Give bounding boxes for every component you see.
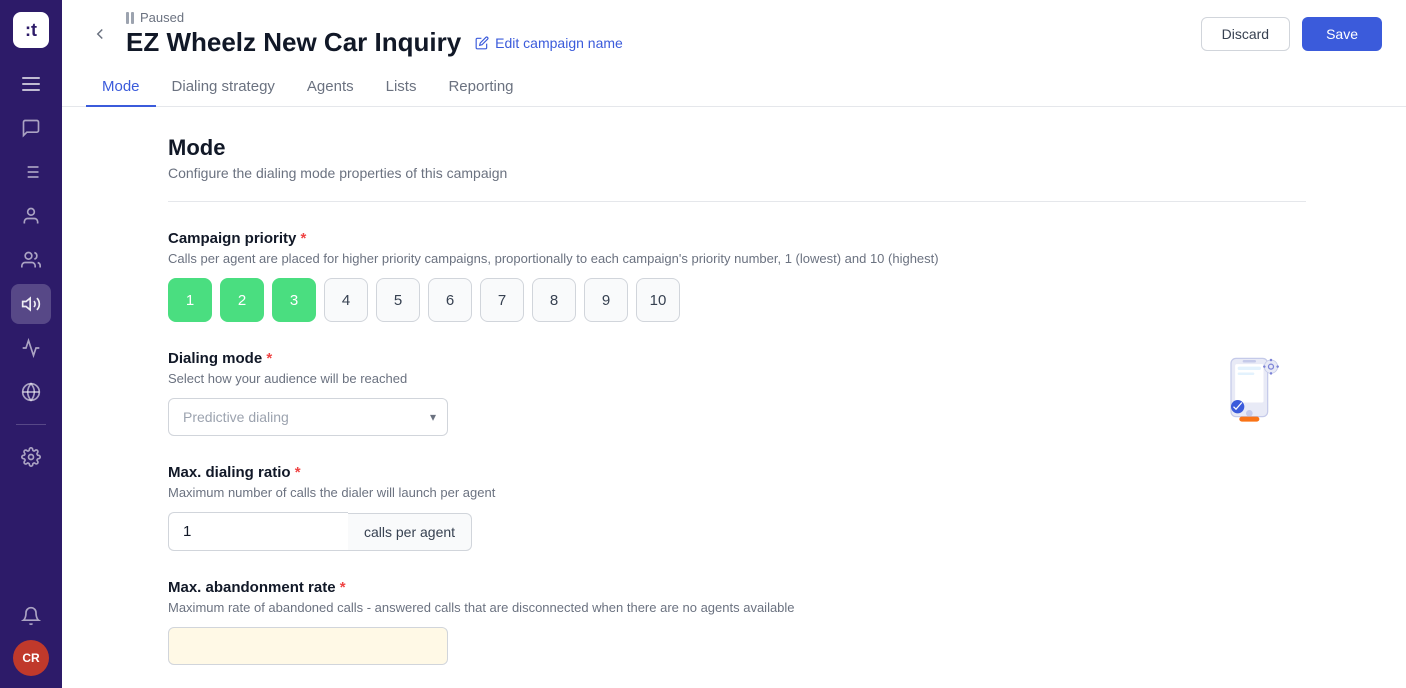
max-dialing-ratio-description: Maximum number of calls the dialer will … — [168, 485, 1306, 500]
contacts-icon[interactable] — [11, 196, 51, 236]
priority-btn-2[interactable]: 2 — [220, 278, 264, 322]
lists-icon[interactable] — [11, 152, 51, 192]
sidebar-bottom: CR — [11, 596, 51, 676]
back-button[interactable] — [86, 20, 114, 48]
pause-icon — [126, 12, 134, 24]
dialing-mode-select[interactable]: Predictive dialing Preview dialing Power… — [168, 398, 448, 436]
discard-button[interactable]: Discard — [1201, 17, 1290, 51]
header: Paused EZ Wheelz New Car Inquiry Edit ca… — [62, 0, 1406, 107]
dialing-mode-label: Dialing mode * — [168, 350, 1166, 367]
mode-subtitle: Configure the dialing mode properties of… — [168, 165, 1306, 181]
hamburger-icon[interactable] — [11, 64, 51, 104]
ratio-unit-label: calls per agent — [348, 513, 472, 551]
globe-icon[interactable] — [11, 372, 51, 412]
max-abandonment-rate-input[interactable] — [168, 627, 448, 665]
dialing-ratio-row: 1 calls per agent — [168, 512, 1306, 551]
sidebar: :t — [0, 0, 62, 688]
header-left: Paused EZ Wheelz New Car Inquiry Edit ca… — [86, 10, 623, 58]
priority-btn-7[interactable]: 7 — [480, 278, 524, 322]
max-dialing-ratio-section: Max. dialing ratio * Maximum number of c… — [168, 464, 1306, 551]
tab-mode[interactable]: Mode — [86, 68, 156, 107]
sidebar-divider — [16, 424, 46, 425]
campaign-priority-label: Campaign priority * — [168, 230, 1306, 247]
campaigns-icon[interactable] — [11, 284, 51, 324]
dialing-mode-description: Select how your audience will be reached — [168, 371, 1166, 386]
priority-btn-5[interactable]: 5 — [376, 278, 420, 322]
dialing-mode-left: Dialing mode * Select how your audience … — [168, 350, 1166, 436]
dialing-mode-section: Dialing mode * Select how your audience … — [168, 350, 1306, 436]
campaign-priority-description: Calls per agent are placed for higher pr… — [168, 251, 1306, 266]
priority-btn-10[interactable]: 10 — [636, 278, 680, 322]
priority-btn-4[interactable]: 4 — [324, 278, 368, 322]
max-abandonment-label: Max. abandonment rate * — [168, 579, 1306, 596]
avatar[interactable]: CR — [13, 640, 49, 676]
conversations-icon[interactable] — [11, 108, 51, 148]
tab-reporting[interactable]: Reporting — [432, 68, 529, 107]
priority-btn-1[interactable]: 1 — [168, 278, 212, 322]
header-actions: Discard Save — [1201, 17, 1382, 51]
max-abandonment-description: Maximum rate of abandoned calls - answer… — [168, 600, 1306, 615]
max-abandonment-section: Max. abandonment rate * Maximum rate of … — [168, 579, 1306, 665]
priority-btn-6[interactable]: 6 — [428, 278, 472, 322]
tab-lists[interactable]: Lists — [370, 68, 433, 107]
campaign-priority-section: Campaign priority * Calls per agent are … — [168, 230, 1306, 322]
section-divider — [168, 201, 1306, 202]
edit-campaign-name-button[interactable]: Edit campaign name — [475, 35, 623, 51]
priority-btn-9[interactable]: 9 — [584, 278, 628, 322]
max-dialing-ratio-label: Max. dialing ratio * — [168, 464, 1306, 481]
tabs: Mode Dialing strategy Agents Lists Repor… — [86, 68, 1382, 106]
priority-btn-8[interactable]: 8 — [532, 278, 576, 322]
app-logo: :t — [13, 12, 49, 48]
priority-btn-3[interactable]: 3 — [272, 278, 316, 322]
status-badge: Paused — [126, 10, 623, 25]
save-button[interactable]: Save — [1302, 17, 1382, 51]
analytics-icon[interactable] — [11, 328, 51, 368]
phone-illustration — [1206, 350, 1306, 430]
content-area: Mode Configure the dialing mode properti… — [62, 107, 1406, 688]
tab-dialing-strategy[interactable]: Dialing strategy — [156, 68, 291, 107]
abandonment-input-row — [168, 627, 1306, 665]
bell-icon[interactable] — [11, 596, 51, 636]
priority-buttons: 1 2 3 4 5 6 7 8 9 10 — [168, 278, 1306, 322]
dialing-mode-select-wrapper: Predictive dialing Preview dialing Power… — [168, 398, 448, 436]
main-content: Paused EZ Wheelz New Car Inquiry Edit ca… — [62, 0, 1406, 688]
settings-icon[interactable] — [11, 437, 51, 477]
mode-title: Mode — [168, 135, 1306, 161]
campaign-title: EZ Wheelz New Car Inquiry — [126, 27, 461, 58]
tab-agents[interactable]: Agents — [291, 68, 370, 107]
agents-icon[interactable] — [11, 240, 51, 280]
max-dialing-ratio-input[interactable]: 1 — [168, 512, 348, 551]
